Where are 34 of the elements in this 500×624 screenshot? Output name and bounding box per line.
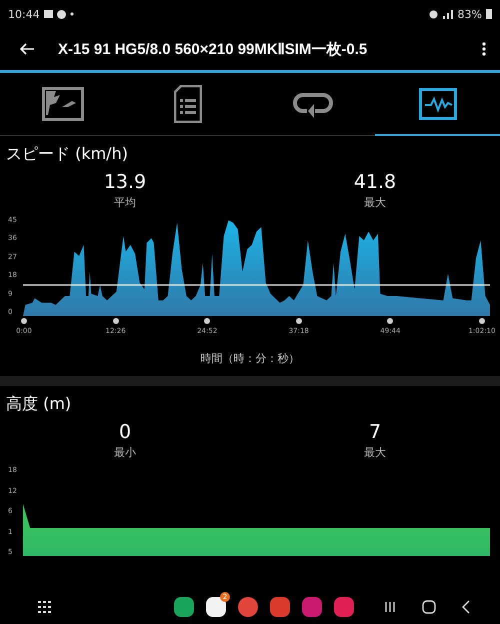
- stat-value: 13.9: [104, 171, 146, 193]
- stat-label: 最小: [114, 445, 136, 460]
- section-title: 高度 (m): [5, 393, 72, 415]
- timeline-dot: [387, 318, 394, 324]
- app-grid-icon: [38, 601, 52, 613]
- dot-icon: [70, 12, 74, 16]
- clock: 10:44: [8, 8, 40, 20]
- window-title: X-15 91 HG5/8.0 560×210 99MKⅡSIM一枚-0.5: [58, 40, 368, 58]
- timeline-dot: [204, 318, 210, 324]
- home-icon: [422, 600, 436, 614]
- document-icon: [174, 84, 202, 122]
- timeline-dot: [112, 318, 119, 324]
- timeline-dot: [296, 318, 302, 324]
- axis-title: 時間（時：分：秒）: [200, 351, 300, 366]
- stat-value: 41.8: [354, 171, 396, 193]
- recent-apps-icon: [384, 601, 396, 613]
- stat-value: 7: [368, 421, 382, 443]
- back-button[interactable]: [18, 41, 36, 57]
- stat-label: 最大: [364, 195, 386, 210]
- battery-level: 83%: [458, 8, 482, 20]
- stat-label: 平均: [114, 195, 136, 210]
- back-icon: [462, 600, 470, 614]
- timeline-dot: [478, 318, 485, 324]
- stat-label: 最大: [364, 445, 386, 460]
- map-icon: [42, 86, 84, 120]
- back-arrow-icon: [20, 43, 34, 55]
- timeline-dot: [21, 318, 27, 324]
- more-icon: [482, 42, 486, 56]
- chart-icon: [418, 88, 456, 120]
- battery-icon: [486, 9, 492, 19]
- more-menu-button[interactable]: [480, 40, 488, 58]
- stat-value: 0: [118, 421, 132, 443]
- signal-icon: [442, 10, 454, 18]
- section-title: スピード (km/h): [5, 143, 129, 165]
